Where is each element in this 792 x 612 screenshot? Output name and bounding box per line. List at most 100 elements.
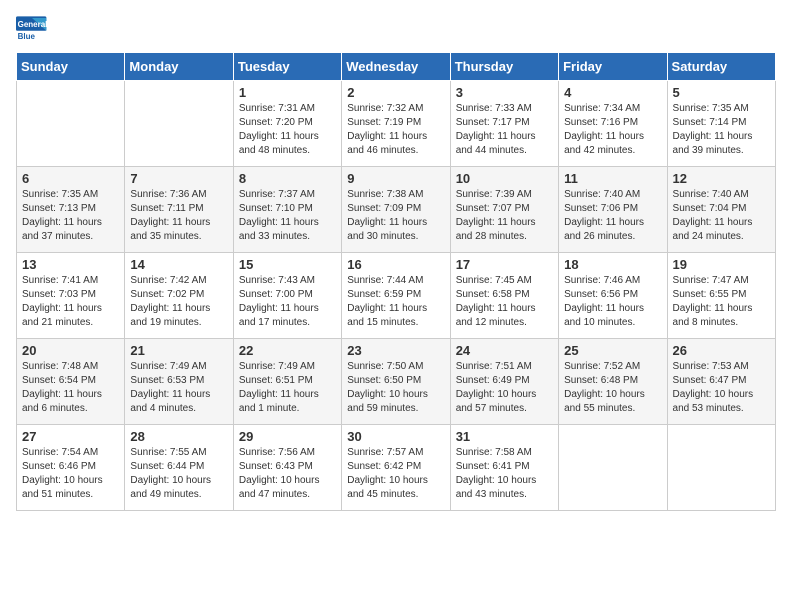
day-number: 9	[347, 171, 444, 186]
calendar-cell	[667, 425, 775, 511]
day-of-week-header: Sunday	[17, 53, 125, 81]
day-info: Sunrise: 7:57 AM Sunset: 6:42 PM Dayligh…	[347, 446, 444, 502]
calendar-cell: 28 Sunrise: 7:55 AM Sunset: 6:44 PM Dayli…	[125, 425, 233, 511]
day-info: Sunrise: 7:48 AM Sunset: 6:54 PM Dayligh…	[22, 360, 119, 416]
logo: General Blue	[16, 16, 52, 44]
day-number: 6	[22, 171, 119, 186]
day-number: 25	[564, 343, 661, 358]
calendar-cell: 27 Sunrise: 7:54 AM Sunset: 6:46 PM Dayli…	[17, 425, 125, 511]
day-number: 15	[239, 257, 336, 272]
day-number: 28	[130, 429, 227, 444]
calendar-cell: 19Sunrise: 7:47 AM Sunset: 6:55 PM Dayli…	[667, 253, 775, 339]
calendar-cell: 14Sunrise: 7:42 AM Sunset: 7:02 PM Dayli…	[125, 253, 233, 339]
day-info: Sunrise: 7:55 AM Sunset: 6:44 PM Dayligh…	[130, 446, 227, 502]
calendar-cell: 5Sunrise: 7:35 AM Sunset: 7:14 PM Daylig…	[667, 81, 775, 167]
calendar-cell: 24Sunrise: 7:51 AM Sunset: 6:49 PM Dayli…	[450, 339, 558, 425]
day-info: Sunrise: 7:41 AM Sunset: 7:03 PM Dayligh…	[22, 274, 119, 330]
calendar-cell: 1 Sunrise: 7:31 AM Sunset: 7:20 PM Daylig…	[233, 81, 341, 167]
calendar-cell: 21 Sunrise: 7:49 AM Sunset: 6:53 PM Dayli…	[125, 339, 233, 425]
calendar-cell: 17 Sunrise: 7:45 AM Sunset: 6:58 PM Dayli…	[450, 253, 558, 339]
day-info: Sunrise: 7:42 AM Sunset: 7:02 PM Dayligh…	[130, 274, 227, 330]
calendar-cell: 12 Sunrise: 7:40 AM Sunset: 7:04 PM Dayli…	[667, 167, 775, 253]
day-info: Sunrise: 7:33 AM Sunset: 7:17 PM Dayligh…	[456, 102, 553, 158]
calendar-cell: 23 Sunrise: 7:50 AM Sunset: 6:50 PM Dayli…	[342, 339, 450, 425]
day-info: Sunrise: 7:46 AM Sunset: 6:56 PM Dayligh…	[564, 274, 661, 330]
day-of-week-header: Thursday	[450, 53, 558, 81]
calendar-table: SundayMondayTuesdayWednesdayThursdayFrid…	[16, 52, 776, 511]
day-number: 22	[239, 343, 336, 358]
day-info: Sunrise: 7:56 AM Sunset: 6:43 PM Dayligh…	[239, 446, 336, 502]
calendar-cell: 13 Sunrise: 7:41 AM Sunset: 7:03 PM Dayli…	[17, 253, 125, 339]
day-number: 3	[456, 85, 553, 100]
calendar-week-row: 13 Sunrise: 7:41 AM Sunset: 7:03 PM Dayli…	[17, 253, 776, 339]
calendar-header-row: SundayMondayTuesdayWednesdayThursdayFrid…	[17, 53, 776, 81]
calendar-cell: 6 Sunrise: 7:35 AM Sunset: 7:13 PM Daylig…	[17, 167, 125, 253]
calendar-week-row: 6 Sunrise: 7:35 AM Sunset: 7:13 PM Daylig…	[17, 167, 776, 253]
day-number: 1	[239, 85, 336, 100]
calendar-cell: 2 Sunrise: 7:32 AM Sunset: 7:19 PM Daylig…	[342, 81, 450, 167]
day-info: Sunrise: 7:34 AM Sunset: 7:16 PM Dayligh…	[564, 102, 661, 158]
day-number: 2	[347, 85, 444, 100]
day-info: Sunrise: 7:49 AM Sunset: 6:53 PM Dayligh…	[130, 360, 227, 416]
day-info: Sunrise: 7:35 AM Sunset: 7:14 PM Dayligh…	[673, 102, 770, 158]
calendar-cell: 25 Sunrise: 7:52 AM Sunset: 6:48 PM Dayli…	[559, 339, 667, 425]
calendar-cell: 29 Sunrise: 7:56 AM Sunset: 6:43 PM Dayli…	[233, 425, 341, 511]
day-info: Sunrise: 7:52 AM Sunset: 6:48 PM Dayligh…	[564, 360, 661, 416]
day-info: Sunrise: 7:45 AM Sunset: 6:58 PM Dayligh…	[456, 274, 553, 330]
calendar-cell: 10 Sunrise: 7:39 AM Sunset: 7:07 PM Dayli…	[450, 167, 558, 253]
svg-text:General: General	[18, 20, 48, 29]
day-info: Sunrise: 7:58 AM Sunset: 6:41 PM Dayligh…	[456, 446, 553, 502]
logo-icon: General Blue	[16, 16, 48, 44]
day-of-week-header: Tuesday	[233, 53, 341, 81]
day-number: 16	[347, 257, 444, 272]
day-number: 12	[673, 171, 770, 186]
day-info: Sunrise: 7:40 AM Sunset: 7:04 PM Dayligh…	[673, 188, 770, 244]
day-info: Sunrise: 7:39 AM Sunset: 7:07 PM Dayligh…	[456, 188, 553, 244]
calendar-cell: 11 Sunrise: 7:40 AM Sunset: 7:06 PM Dayli…	[559, 167, 667, 253]
svg-text:Blue: Blue	[18, 32, 36, 41]
day-number: 10	[456, 171, 553, 186]
day-number: 17	[456, 257, 553, 272]
day-number: 31	[456, 429, 553, 444]
day-of-week-header: Saturday	[667, 53, 775, 81]
day-info: Sunrise: 7:51 AM Sunset: 6:49 PM Dayligh…	[456, 360, 553, 416]
calendar-cell	[559, 425, 667, 511]
calendar-cell: 18 Sunrise: 7:46 AM Sunset: 6:56 PM Dayli…	[559, 253, 667, 339]
day-of-week-header: Wednesday	[342, 53, 450, 81]
day-info: Sunrise: 7:31 AM Sunset: 7:20 PM Dayligh…	[239, 102, 336, 158]
day-info: Sunrise: 7:32 AM Sunset: 7:19 PM Dayligh…	[347, 102, 444, 158]
calendar-cell: 31 Sunrise: 7:58 AM Sunset: 6:41 PM Dayli…	[450, 425, 558, 511]
day-number: 7	[130, 171, 227, 186]
day-info: Sunrise: 7:43 AM Sunset: 7:00 PM Dayligh…	[239, 274, 336, 330]
day-info: Sunrise: 7:54 AM Sunset: 6:46 PM Dayligh…	[22, 446, 119, 502]
day-of-week-header: Friday	[559, 53, 667, 81]
day-number: 27	[22, 429, 119, 444]
calendar-week-row: 20 Sunrise: 7:48 AM Sunset: 6:54 PM Dayli…	[17, 339, 776, 425]
calendar-week-row: 1 Sunrise: 7:31 AM Sunset: 7:20 PM Daylig…	[17, 81, 776, 167]
day-info: Sunrise: 7:40 AM Sunset: 7:06 PM Dayligh…	[564, 188, 661, 244]
day-info: Sunrise: 7:53 AM Sunset: 6:47 PM Dayligh…	[673, 360, 770, 416]
day-number: 20	[22, 343, 119, 358]
day-number: 23	[347, 343, 444, 358]
day-info: Sunrise: 7:38 AM Sunset: 7:09 PM Dayligh…	[347, 188, 444, 244]
calendar-cell: 15 Sunrise: 7:43 AM Sunset: 7:00 PM Dayli…	[233, 253, 341, 339]
day-number: 30	[347, 429, 444, 444]
day-number: 29	[239, 429, 336, 444]
calendar-cell: 20 Sunrise: 7:48 AM Sunset: 6:54 PM Dayli…	[17, 339, 125, 425]
calendar-cell: 4Sunrise: 7:34 AM Sunset: 7:16 PM Daylig…	[559, 81, 667, 167]
calendar-cell: 3 Sunrise: 7:33 AM Sunset: 7:17 PM Daylig…	[450, 81, 558, 167]
calendar-cell: 16Sunrise: 7:44 AM Sunset: 6:59 PM Dayli…	[342, 253, 450, 339]
day-number: 11	[564, 171, 661, 186]
calendar-week-row: 27 Sunrise: 7:54 AM Sunset: 6:46 PM Dayli…	[17, 425, 776, 511]
day-number: 13	[22, 257, 119, 272]
day-info: Sunrise: 7:50 AM Sunset: 6:50 PM Dayligh…	[347, 360, 444, 416]
day-info: Sunrise: 7:36 AM Sunset: 7:11 PM Dayligh…	[130, 188, 227, 244]
day-number: 18	[564, 257, 661, 272]
day-number: 21	[130, 343, 227, 358]
day-info: Sunrise: 7:49 AM Sunset: 6:51 PM Dayligh…	[239, 360, 336, 416]
day-info: Sunrise: 7:35 AM Sunset: 7:13 PM Dayligh…	[22, 188, 119, 244]
calendar-cell: 7 Sunrise: 7:36 AM Sunset: 7:11 PM Daylig…	[125, 167, 233, 253]
calendar-cell: 8Sunrise: 7:37 AM Sunset: 7:10 PM Daylig…	[233, 167, 341, 253]
calendar-cell: 30 Sunrise: 7:57 AM Sunset: 6:42 PM Dayli…	[342, 425, 450, 511]
calendar-cell	[125, 81, 233, 167]
